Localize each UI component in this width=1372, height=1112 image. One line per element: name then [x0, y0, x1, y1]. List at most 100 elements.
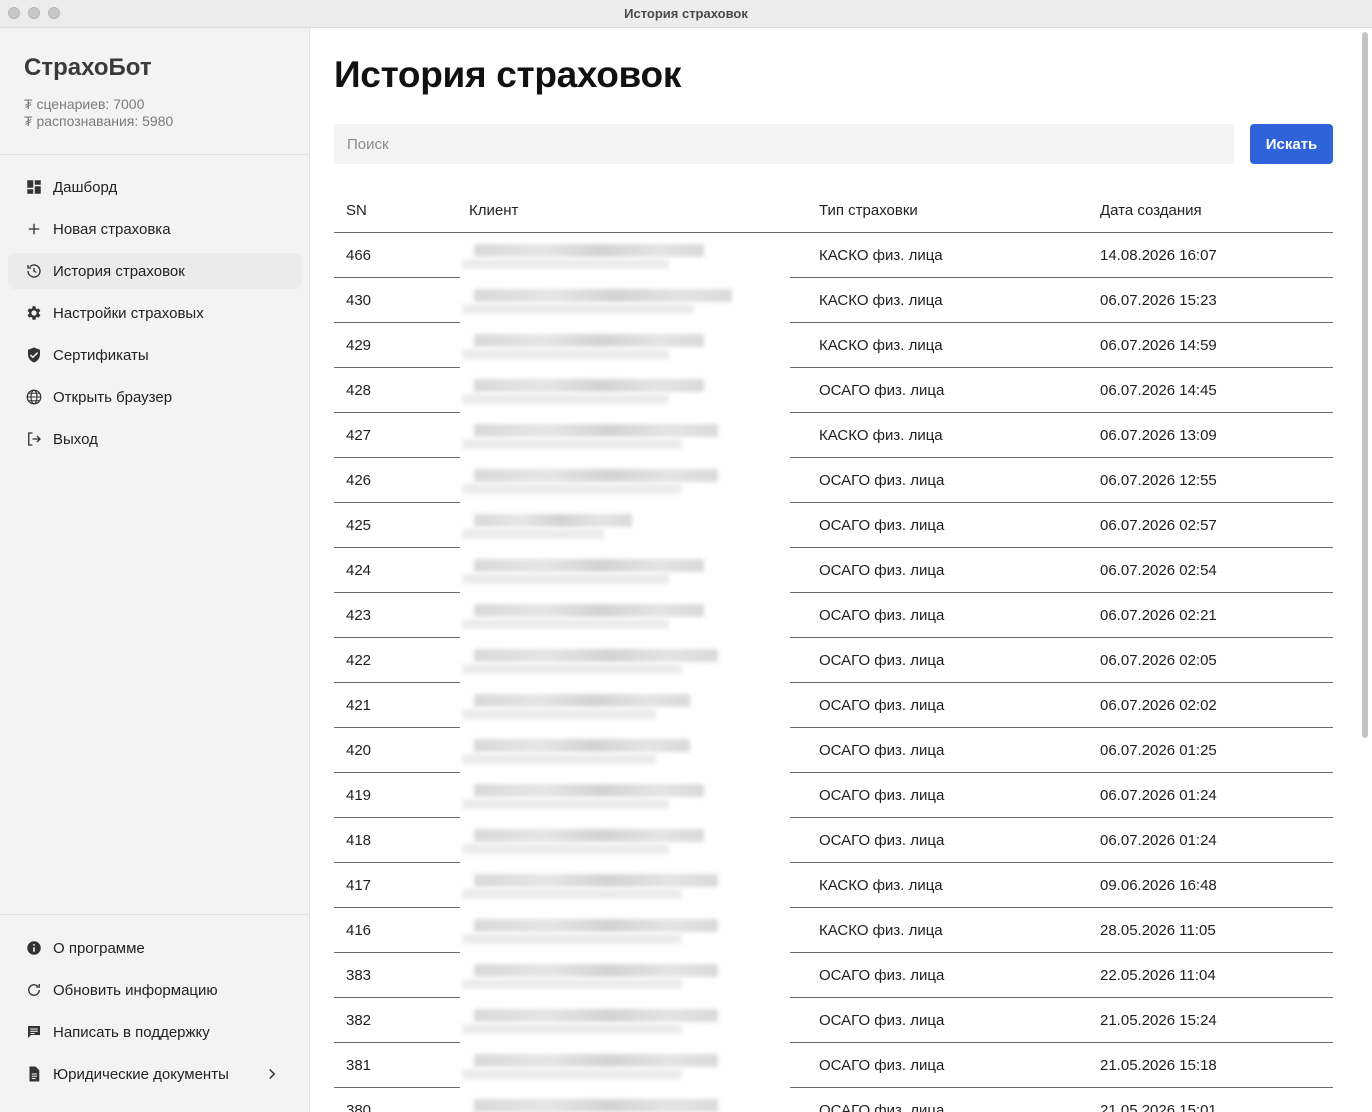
cell-sn: 427 — [346, 427, 372, 444]
redacted-text-block — [474, 964, 718, 977]
chevron-right-icon — [269, 1068, 276, 1080]
redacted-text-block — [474, 469, 718, 482]
sidebar-item-label: Новая страховка — [53, 220, 171, 238]
gear-icon — [24, 303, 44, 323]
shield-check-icon — [24, 345, 44, 365]
cell-created-date: 06.07.2026 02:54 — [1100, 562, 1217, 579]
table-row[interactable]: 381 ОСАГО физ. лица 21.05.2026 15:18 — [334, 1043, 1333, 1088]
close-window-button[interactable] — [8, 7, 20, 19]
table-row[interactable]: 424 ОСАГО физ. лица 06.07.2026 02:54 — [334, 548, 1333, 593]
document-icon — [24, 1064, 44, 1084]
cell-sn: 429 — [346, 337, 372, 354]
sidebar-item-dashboard[interactable]: Дашборд — [8, 169, 301, 205]
redacted-text-block — [474, 559, 704, 572]
plus-icon — [24, 219, 44, 239]
cell-insurance-type: ОСАГО физ. лица — [819, 697, 945, 714]
zoom-window-button[interactable] — [48, 7, 60, 19]
cell-client-redacted — [460, 728, 790, 773]
cell-created-date: 06.07.2026 12:55 — [1100, 472, 1217, 489]
redacted-text-block — [474, 244, 704, 257]
sidebar-item-label: Открыть браузер — [53, 388, 173, 406]
table-row[interactable]: 380 ОСАГО физ. лица 21.05.2026 15:01 — [334, 1088, 1333, 1112]
table-row[interactable]: 427 КАСКО физ. лица 06.07.2026 13:09 — [334, 413, 1333, 458]
cell-insurance-type: ОСАГО физ. лица — [819, 517, 945, 534]
scrollbar-thumb[interactable] — [1362, 32, 1368, 738]
sidebar-item-logout[interactable]: Выход — [8, 421, 301, 457]
sidebar-item-support[interactable]: Написать в поддержку — [8, 1014, 301, 1050]
cell-created-date: 06.07.2026 14:45 — [1100, 382, 1217, 399]
cell-created-date: 21.05.2026 15:24 — [1100, 1012, 1217, 1029]
redacted-text-block — [474, 1009, 718, 1022]
cell-sn: 466 — [346, 247, 372, 264]
cell-sn: 382 — [346, 1012, 372, 1029]
sidebar-divider — [0, 914, 309, 915]
table-row[interactable]: 421 ОСАГО физ. лица 06.07.2026 02:02 — [334, 683, 1333, 728]
table-row[interactable]: 419 ОСАГО физ. лица 06.07.2026 01:24 — [334, 773, 1333, 818]
cell-sn: 418 — [346, 832, 372, 849]
search-button[interactable]: Искать — [1250, 124, 1333, 164]
cell-client-redacted — [460, 908, 790, 953]
sidebar-divider — [0, 154, 309, 155]
cell-created-date: 06.07.2026 13:09 — [1100, 427, 1217, 444]
sidebar-item-history[interactable]: История страховок — [8, 253, 301, 289]
cell-insurance-type: ОСАГО физ. лица — [819, 382, 945, 399]
sidebar-item-about[interactable]: О программе — [8, 930, 301, 966]
cell-insurance-type: ОСАГО физ. лица — [819, 832, 945, 849]
redacted-text-block — [462, 439, 682, 449]
cell-sn: 430 — [346, 292, 372, 309]
table-row[interactable]: 426 ОСАГО физ. лица 06.07.2026 12:55 — [334, 458, 1333, 503]
sidebar-nav: Дашборд Новая страховка История страхово… — [8, 169, 301, 463]
sidebar-item-refresh[interactable]: Обновить информацию — [8, 972, 301, 1008]
table-row[interactable]: 418 ОСАГО физ. лица 06.07.2026 01:24 — [334, 818, 1333, 863]
main-content: История страховок Искать SN Клиент Тип с… — [310, 28, 1372, 1112]
sidebar-item-open-browser[interactable]: Открыть браузер — [8, 379, 301, 415]
cell-insurance-type: ОСАГО физ. лица — [819, 787, 945, 804]
redacted-text-block — [474, 289, 732, 302]
scrollbar[interactable] — [1360, 30, 1370, 1110]
sidebar-item-label: О программе — [53, 939, 145, 957]
table-row[interactable]: 416 КАСКО физ. лица 28.05.2026 11:05 — [334, 908, 1333, 953]
search-input[interactable] — [334, 124, 1234, 164]
sidebar-item-insurer-settings[interactable]: Настройки страховых — [8, 295, 301, 331]
table-row[interactable]: 466 КАСКО физ. лица 14.08.2026 16:07 — [334, 233, 1333, 278]
table-row[interactable]: 423 ОСАГО физ. лица 06.07.2026 02:21 — [334, 593, 1333, 638]
redacted-text-block — [462, 349, 669, 359]
redacted-text-block — [474, 649, 718, 662]
page-title: История страховок — [334, 54, 682, 95]
sidebar-item-certificates[interactable]: Сертификаты — [8, 337, 301, 373]
cell-created-date: 06.07.2026 01:24 — [1100, 832, 1217, 849]
redacted-text-block — [462, 754, 656, 764]
redacted-text-block — [462, 259, 669, 269]
cell-client-redacted — [460, 413, 790, 458]
redacted-text-block — [462, 304, 694, 314]
cell-sn: 420 — [346, 742, 372, 759]
table-header: SN Клиент Тип страховки Дата создания — [334, 188, 1333, 233]
sidebar-item-legal-docs[interactable]: Юридические документы — [8, 1056, 301, 1092]
table-row[interactable]: 429 КАСКО физ. лица 06.07.2026 14:59 — [334, 323, 1333, 368]
cell-created-date: 14.08.2026 16:07 — [1100, 247, 1217, 264]
cell-insurance-type: ОСАГО физ. лица — [819, 562, 945, 579]
table-row[interactable]: 425 ОСАГО физ. лица 06.07.2026 02:57 — [334, 503, 1333, 548]
minimize-window-button[interactable] — [28, 7, 40, 19]
table-row[interactable]: 383 ОСАГО физ. лица 22.05.2026 11:04 — [334, 953, 1333, 998]
table-row[interactable]: 417 КАСКО физ. лица 09.06.2026 16:48 — [334, 863, 1333, 908]
table-row[interactable]: 420 ОСАГО физ. лица 06.07.2026 01:25 — [334, 728, 1333, 773]
cell-client-redacted — [460, 1043, 790, 1088]
sidebar-item-label: Выход — [53, 430, 98, 448]
refresh-icon — [24, 980, 44, 1000]
table-body: 466 КАСКО физ. лица 14.08.2026 16:07 430 КАС… — [334, 233, 1333, 1112]
cell-client-redacted — [460, 953, 790, 998]
cell-created-date: 06.07.2026 02:02 — [1100, 697, 1217, 714]
cell-created-date: 06.07.2026 01:25 — [1100, 742, 1217, 759]
sidebar-item-new-policy[interactable]: Новая страховка — [8, 211, 301, 247]
policies-table: SN Клиент Тип страховки Дата создания 46… — [334, 188, 1333, 1112]
cell-created-date: 28.05.2026 11:05 — [1100, 922, 1216, 939]
table-row[interactable]: 430 КАСКО физ. лица 06.07.2026 15:23 — [334, 278, 1333, 323]
table-row[interactable]: 428 ОСАГО физ. лица 06.07.2026 14:45 — [334, 368, 1333, 413]
cell-sn: 424 — [346, 562, 372, 579]
table-row[interactable]: 382 ОСАГО физ. лица 21.05.2026 15:24 — [334, 998, 1333, 1043]
cell-sn: 381 — [346, 1057, 372, 1074]
table-row[interactable]: 422 ОСАГО физ. лица 06.07.2026 02:05 — [334, 638, 1333, 683]
cell-created-date: 09.06.2026 16:48 — [1100, 877, 1217, 894]
cell-sn: 419 — [346, 787, 372, 804]
